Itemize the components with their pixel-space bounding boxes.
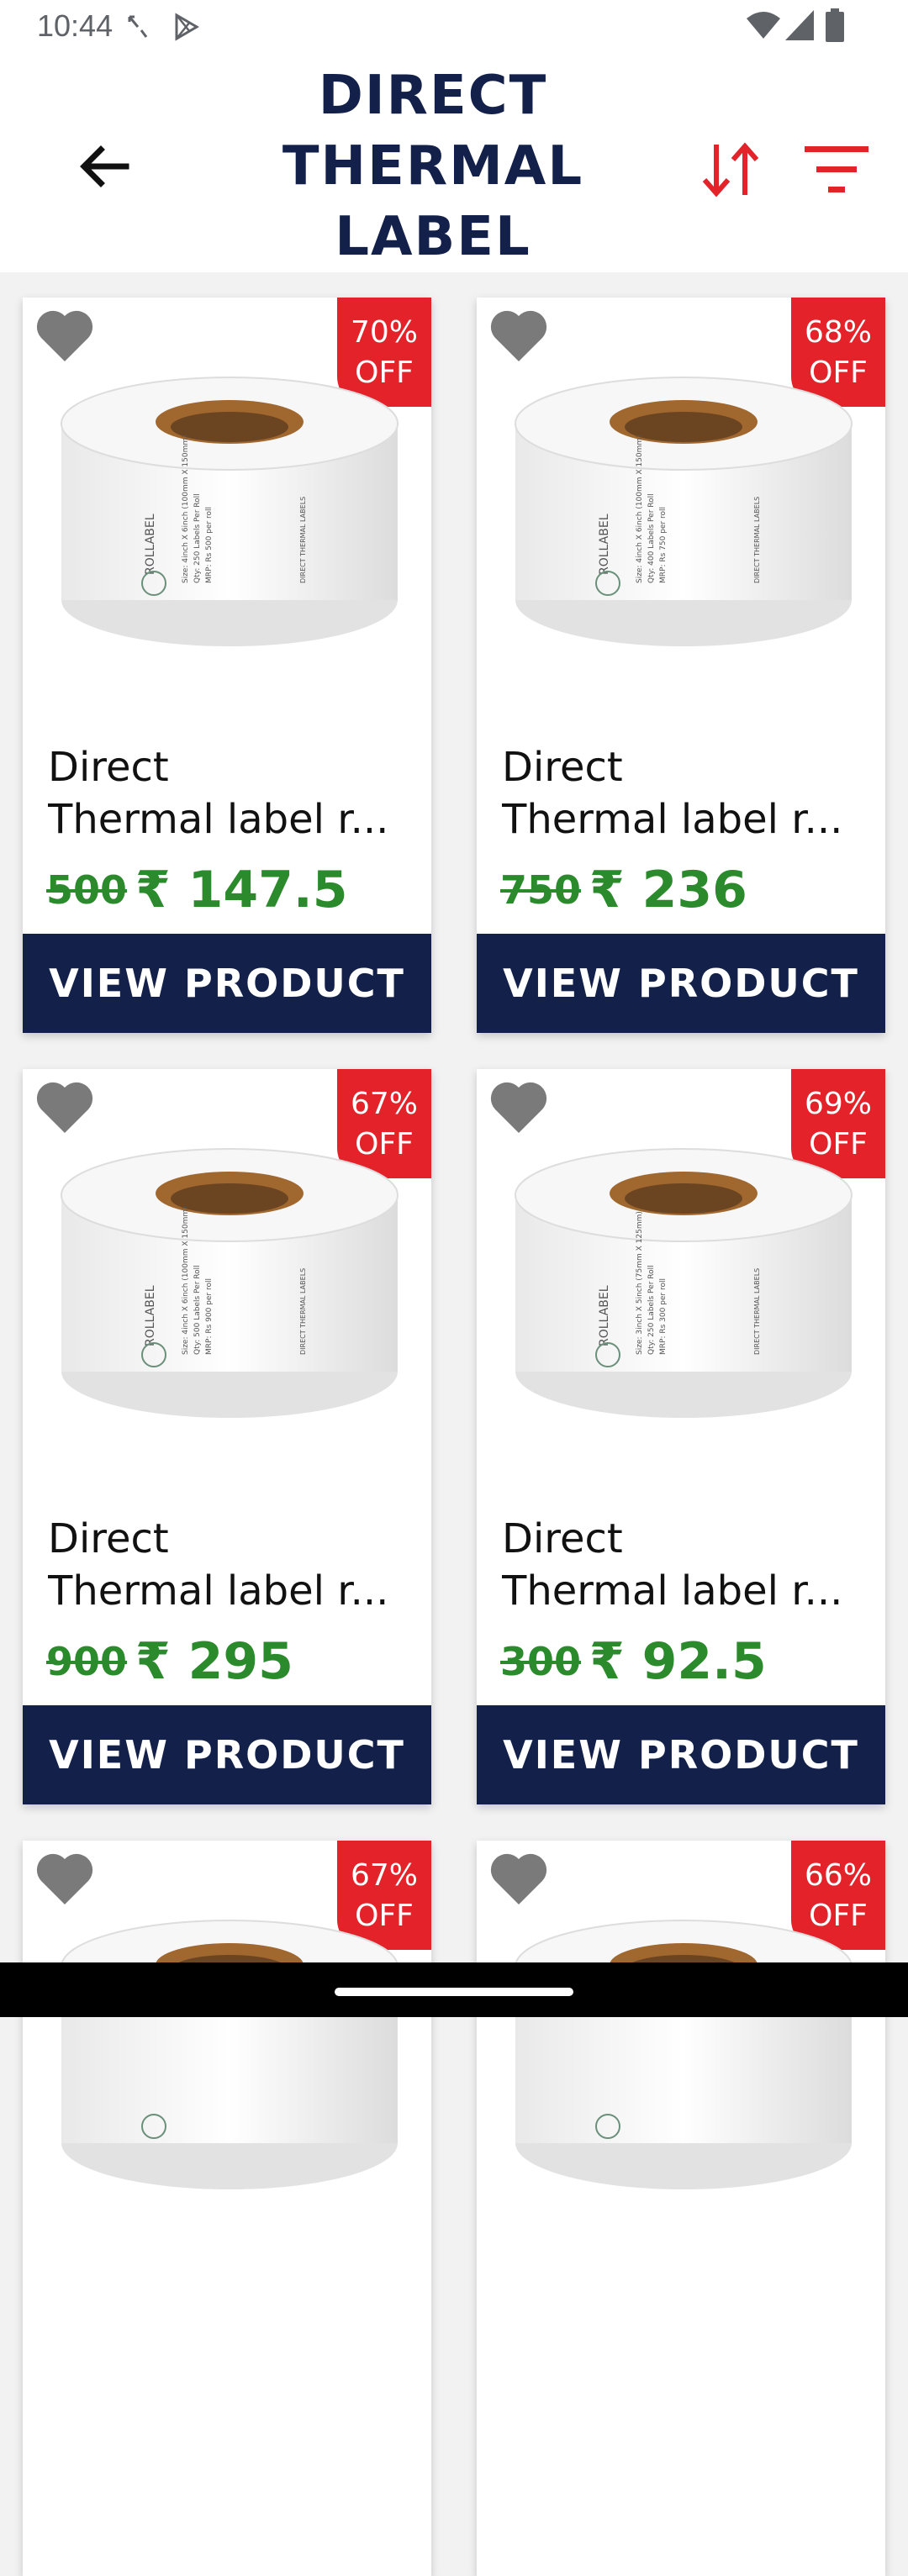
favorite-heart-icon[interactable] (488, 1081, 549, 1135)
play-store-icon (175, 13, 199, 41)
battery-icon (826, 8, 844, 42)
product-name: Direct Thermal label r... (502, 1513, 855, 1617)
page-title: DIRECT THERMAL LABEL (244, 61, 622, 272)
home-gesture-pill[interactable] (335, 1988, 573, 1996)
label-mrp: MRP: Rs 300 per roll (659, 1278, 668, 1355)
status-time: 10:44 (37, 8, 114, 43)
product-name-line: Direct (502, 1515, 623, 1562)
label-qty: Qty: 250 Labels Per Roll (193, 493, 202, 583)
sale-price: ₹ 147.5 (135, 861, 348, 919)
label-type: DIRECT THERMAL LABELS (753, 497, 761, 583)
original-price: 300 (500, 1639, 582, 1684)
price-row: 500 ₹ 147.5 (46, 861, 347, 919)
price-row: 300 ₹ 92.5 (500, 1632, 767, 1691)
discount-percent: 67% (350, 1858, 418, 1893)
status-bar: 10:44 (0, 0, 908, 52)
product-name: Direct Thermal label r... (48, 741, 401, 845)
label-size: Size: 4inch X 6inch (100mm X 150mm) (182, 1206, 190, 1355)
label-brand: ROLLABEL (598, 1285, 611, 1346)
favorite-heart-icon[interactable] (488, 1852, 549, 1906)
product-name-line: Thermal label r... (48, 796, 389, 843)
label-qty: Qty: 250 Labels Per Roll (647, 1265, 656, 1355)
label-brand: ROLLABEL (144, 1285, 157, 1346)
product-name: Direct Thermal label r... (48, 1513, 401, 1617)
product-card[interactable]: 70% OFF ROLLABEL Size: 4inch X 6inch (100… (23, 298, 431, 1033)
label-mrp: MRP: Rs 750 per roll (659, 507, 668, 583)
favorite-heart-icon[interactable] (34, 1081, 95, 1135)
filter-icon[interactable] (803, 140, 870, 200)
discount-percent: 69% (804, 1087, 872, 1121)
product-image (61, 1920, 399, 2189)
page-title-line: LABEL (335, 206, 531, 268)
label-mrp: MRP: Rs 900 per roll (205, 1278, 214, 1355)
product-image: ROLLABEL Size: 3inch X 5inch (75mm X 125… (515, 1148, 853, 1418)
product-name-line: Thermal label r... (502, 796, 843, 843)
label-size: Size: 4inch X 6inch (100mm X 150mm) (182, 435, 190, 583)
price-row: 900 ₹ 295 (46, 1632, 293, 1691)
label-brand: ROLLABEL (144, 514, 157, 575)
page-title-line: THERMAL (282, 135, 584, 198)
product-card[interactable]: 66% OFF (477, 1841, 885, 2576)
original-price: 900 (46, 1639, 128, 1684)
discount-percent: 66% (804, 1858, 872, 1893)
sale-price: ₹ 236 (589, 861, 747, 919)
page-title-line: DIRECT (318, 65, 548, 127)
view-product-button[interactable]: VIEW PRODUCT (23, 934, 431, 1033)
view-product-button[interactable]: VIEW PRODUCT (477, 934, 885, 1033)
product-image: ROLLABEL Size: 4inch X 6inch (100mm X 15… (515, 377, 853, 646)
view-product-button[interactable]: VIEW PRODUCT (23, 1705, 431, 1804)
system-nav-bar (0, 1962, 908, 2017)
product-card[interactable]: 69% OFF ROLLABEL Size: 3inch X 5inch (75m… (477, 1069, 885, 1804)
label-type: DIRECT THERMAL LABELS (753, 1268, 761, 1355)
back-arrow-icon[interactable] (76, 136, 136, 197)
original-price: 500 (46, 867, 128, 913)
missed-call-icon (128, 15, 148, 38)
sale-price: ₹ 92.5 (589, 1632, 767, 1691)
label-mrp: MRP: Rs 500 per roll (205, 507, 214, 583)
product-name-line: Direct (48, 1515, 169, 1562)
product-name-line: Direct (48, 744, 169, 791)
label-size: Size: 4inch X 6inch (100mm X 150mm) (636, 435, 644, 583)
label-size: Size: 3inch X 5inch (75mm X 125mm) (636, 1211, 644, 1355)
favorite-heart-icon[interactable] (488, 309, 549, 363)
product-name-line: Thermal label r... (48, 1567, 389, 1615)
app-header: DIRECT THERMAL LABEL (0, 52, 908, 272)
product-image (515, 1920, 853, 2189)
discount-percent: 70% (350, 315, 418, 350)
sale-price: ₹ 295 (135, 1632, 293, 1691)
discount-percent: 67% (350, 1087, 418, 1121)
view-product-button[interactable]: VIEW PRODUCT (477, 1705, 885, 1804)
product-name-line: Direct (502, 744, 623, 791)
original-price: 750 (500, 867, 582, 913)
discount-percent: 68% (804, 315, 872, 350)
product-name-line: Thermal label r... (502, 1567, 843, 1615)
sort-icon[interactable] (698, 136, 765, 203)
product-card[interactable]: 67% OFF (23, 1841, 431, 2576)
favorite-heart-icon[interactable] (34, 309, 95, 363)
favorite-heart-icon[interactable] (34, 1852, 95, 1906)
label-brand: ROLLABEL (598, 514, 611, 575)
product-card[interactable]: 67% OFF ROLLABEL Size: 4inch X 6inch (100… (23, 1069, 431, 1804)
label-qty: Qty: 400 Labels Per Roll (647, 493, 656, 583)
label-type: DIRECT THERMAL LABELS (299, 497, 307, 583)
label-type: DIRECT THERMAL LABELS (299, 1268, 307, 1355)
product-image: ROLLABEL Size: 4inch X 6inch (100mm X 15… (61, 377, 399, 646)
price-row: 750 ₹ 236 (500, 861, 747, 919)
signal-icon (785, 10, 814, 40)
product-image: ROLLABEL Size: 4inch X 6inch (100mm X 15… (61, 1148, 399, 1418)
wifi-icon (747, 12, 780, 39)
label-qty: Qty: 500 Labels Per Roll (193, 1265, 202, 1355)
product-card[interactable]: 68% OFF ROLLABEL Size: 4inch X 6inch (100… (477, 298, 885, 1033)
product-name: Direct Thermal label r... (502, 741, 855, 845)
